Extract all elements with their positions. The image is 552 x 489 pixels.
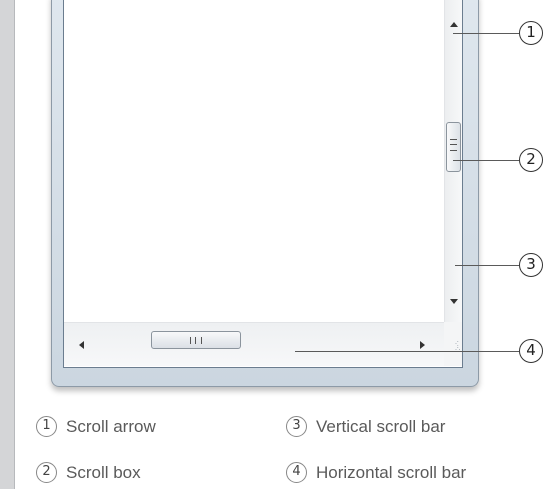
- content-area: [64, 0, 444, 322]
- horizontal-scroll-bar[interactable]: [64, 322, 444, 366]
- scrollable-pane: ·: ·:·: [63, 0, 463, 368]
- callout-1: 1: [519, 21, 543, 45]
- legend-number: 1: [36, 416, 57, 437]
- size-grip-corner[interactable]: ·: ·:·: [444, 322, 462, 366]
- callout-4: 4: [519, 339, 543, 363]
- scroll-left-arrow-icon[interactable]: [79, 341, 84, 349]
- scroll-right-arrow-icon[interactable]: [420, 341, 425, 349]
- legend-label: Scroll box: [66, 463, 141, 482]
- callout-1-leader: [453, 33, 519, 34]
- callout-2: 2: [519, 148, 543, 172]
- legend-number: 3: [286, 416, 307, 437]
- legend-number: 2: [36, 462, 57, 483]
- window-frame: ·: ·:·: [51, 0, 479, 387]
- scroll-up-arrow-icon[interactable]: [450, 22, 458, 27]
- illustration-panel: ·: ·:· 1 2 3 4 1 Scroll arrow 2 Scroll bo…: [14, 0, 552, 489]
- callout-3-leader: [455, 265, 519, 266]
- legend-label: Vertical scroll bar: [316, 417, 446, 436]
- callout-3: 3: [519, 253, 543, 277]
- scroll-down-arrow-icon[interactable]: [450, 299, 458, 304]
- callout-2-leader: [453, 160, 519, 161]
- grip-lines-icon: [450, 139, 457, 151]
- legend-label: Scroll arrow: [66, 417, 156, 436]
- legend-label: Horizontal scroll bar: [316, 463, 467, 482]
- grip-lines-icon: [190, 337, 202, 344]
- vertical-scroll-bar[interactable]: [444, 0, 462, 322]
- legend-number: 4: [286, 462, 307, 483]
- callout-4-leader: [295, 351, 519, 352]
- horizontal-scroll-box[interactable]: [151, 331, 241, 349]
- vertical-scroll-box[interactable]: [446, 122, 461, 172]
